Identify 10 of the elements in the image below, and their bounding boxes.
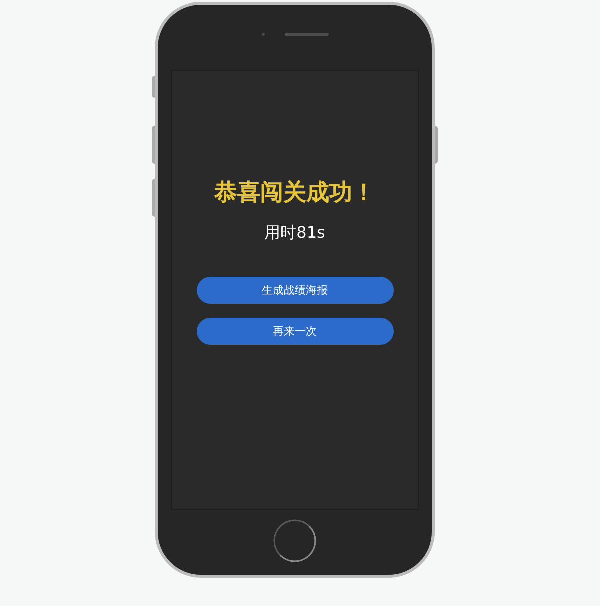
side-key-drawing: [152, 126, 155, 164]
speaker-grille: [284, 33, 328, 36]
elapsed-time-text: 用时81s: [264, 222, 326, 244]
side-key-drawing: [152, 76, 155, 98]
generate-poster-button[interactable]: 生成战绩海报: [196, 277, 394, 304]
home-button-icon: [273, 518, 317, 562]
side-key-drawing: [152, 179, 155, 217]
success-title: 恭喜闯关成功！: [214, 179, 376, 208]
play-again-button[interactable]: 再来一次: [196, 318, 394, 345]
side-key-drawing: [435, 126, 438, 164]
